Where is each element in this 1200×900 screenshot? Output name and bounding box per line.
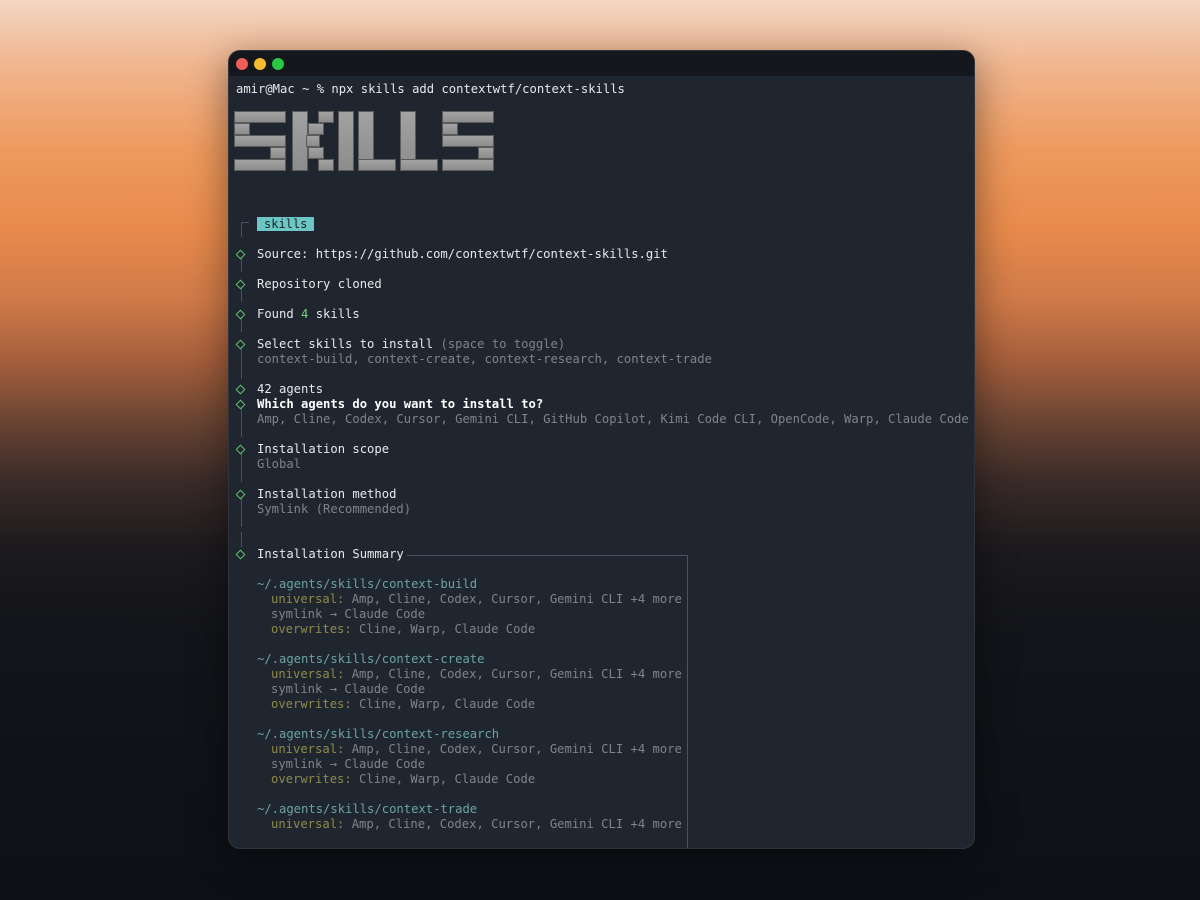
step-diamond-icon [235,549,246,560]
title-bar [229,51,974,76]
overwrites-value: Cline, Warp, Claude Code [351,697,536,711]
guide-bar [241,497,242,527]
found-suffix: skills [308,307,360,321]
overwrites-value: Cline, Warp, Claude Code [351,772,536,786]
summary-universal: universal: Amp, Cline, Codex, Cursor, Ge… [271,592,682,607]
select-skills-line: Select skills to install (space to toggl… [257,337,565,352]
universal-label: universal: [271,742,345,756]
summary-overwrites: overwrites: Cline, Warp, Claude Code [271,697,535,712]
found-line: Found 4 skills [257,307,360,322]
guide-bar [241,452,242,482]
overwrites-label: overwrites: [271,622,352,636]
summary-path: ~/.agents/skills/context-research [257,727,500,741]
guide-bar [241,317,242,332]
cloned-line: Repository cloned [257,277,382,291]
summary-path: ~/.agents/skills/context-create [257,652,485,666]
guide-bar [241,532,242,547]
guide-bar [241,287,242,302]
select-skills-hint: (space to toggle) [440,337,566,351]
summary-overwrites: overwrites: Cline, Warp, Claude Code [271,772,535,787]
summary-universal: universal: Amp, Cline, Codex, Cursor, Ge… [271,667,682,682]
universal-value: Amp, Cline, Codex, Cursor, Gemini CLI +4… [344,742,682,756]
summary-overwrites: overwrites: Cline, Warp, Claude Code [271,622,535,637]
summary-path: ~/.agents/skills/context-build [257,577,478,591]
agents-value: Amp, Cline, Codex, Cursor, Gemini CLI, G… [257,412,969,426]
overwrites-value: Cline, Warp, Claude Code [351,622,536,636]
universal-value: Amp, Cline, Codex, Cursor, Gemini CLI +4… [344,592,682,606]
terminal-window: amir@Mac ~ % npx skills add contextwtf/c… [228,50,975,849]
universal-label: universal: [271,592,345,606]
guide-bar [241,257,242,272]
universal-label: universal: [271,817,345,831]
method-value: Symlink (Recommended) [257,502,412,516]
guide-bar [241,222,242,237]
summary-universal: universal: Amp, Cline, Codex, Cursor, Ge… [271,742,682,757]
summary-title: Installation Summary [257,547,404,561]
scope-value: Global [257,457,302,471]
universal-value: Amp, Cline, Codex, Cursor, Gemini CLI +4… [344,817,682,831]
method-title: Installation method [257,487,397,501]
agents-question: Which agents do you want to install to? [257,397,544,411]
universal-label: universal: [271,667,345,681]
skills-badge: skills [257,217,315,231]
summary-symlink: symlink → Claude Code [271,757,426,771]
close-window-button[interactable] [236,58,248,70]
select-skills-title: Select skills to install [257,337,434,351]
scope-title: Installation scope [257,442,390,456]
universal-value: Amp, Cline, Codex, Cursor, Gemini CLI +4… [344,667,682,681]
found-prefix: Found [257,307,302,321]
terminal-content[interactable]: amir@Mac ~ % npx skills add contextwtf/c… [229,76,974,848]
summary-universal: universal: Amp, Cline, Codex, Cursor, Ge… [271,817,682,832]
summary-symlink: symlink → Claude Code [271,682,426,696]
minimize-window-button[interactable] [254,58,266,70]
guide-bar [241,347,242,379]
guide-corner [241,222,249,223]
summary-symlink: symlink → Claude Code [271,607,426,621]
overwrites-label: overwrites: [271,697,352,711]
command-line: amir@Mac ~ % npx skills add contextwtf/c… [236,82,625,96]
source-line: Source: https://github.com/contextwtf/co… [257,247,668,261]
guide-bar [241,407,242,437]
overwrites-label: overwrites: [271,772,352,786]
agents-count-line: 42 agents [257,382,324,396]
summary-path: ~/.agents/skills/context-trade [257,802,478,816]
selected-skills-value: context-build, context-create, context-r… [257,352,712,366]
zoom-window-button[interactable] [272,58,284,70]
